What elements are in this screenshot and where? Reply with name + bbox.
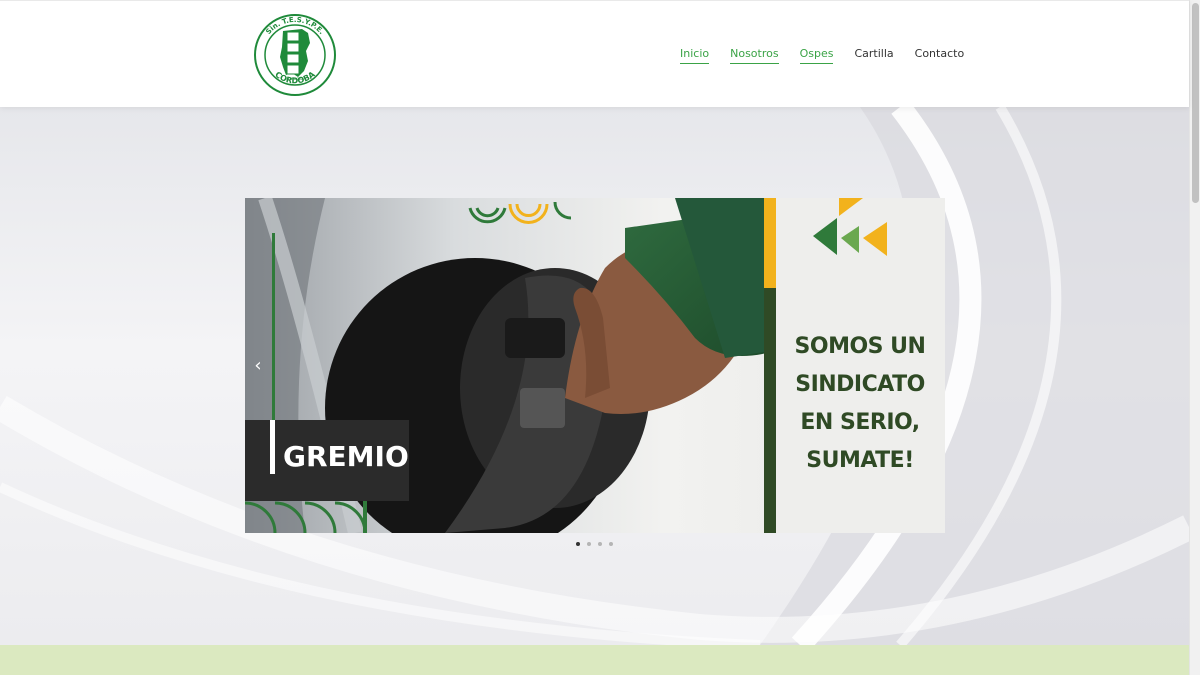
slider-dot-2[interactable]	[587, 542, 591, 546]
nav-ospes[interactable]: Ospes	[799, 47, 834, 64]
union-logo[interactable]: Sin. T.E.S.Y.P.E. CORDOBA CORDOBA	[250, 13, 340, 97]
slogan-line-4: SUMATE!	[806, 448, 914, 473]
slider-dot-4[interactable]	[609, 542, 613, 546]
slider-pagination	[576, 542, 613, 546]
section-green-strip	[0, 645, 1189, 675]
nav-inicio[interactable]: Inicio	[680, 47, 710, 64]
nav-nosotros[interactable]: Nosotros	[730, 47, 779, 64]
main-nav: Inicio Nosotros Ospes Cartilla Contacto	[680, 47, 985, 64]
slogan-line-1: SOMOS UN	[794, 334, 926, 359]
hero-slider[interactable]: GREMIO SOMOS UN SINDICATO EN SERIO, SUMA…	[245, 198, 945, 533]
chevron-left-icon[interactable]: ‹	[250, 355, 266, 377]
slogan-line-3: EN SERIO,	[800, 410, 920, 435]
slogan-line-2: SINDICATO	[795, 372, 925, 397]
nav-cartilla[interactable]: Cartilla	[854, 47, 893, 64]
slider-dot-1[interactable]	[576, 542, 580, 546]
gremio-badge: GREMIO	[245, 420, 409, 501]
logo-small-text: CORDOBA	[286, 77, 304, 81]
page-scrollbar[interactable]	[1189, 0, 1200, 675]
site-header: Sin. T.E.S.Y.P.E. CORDOBA CORDOBA Inicio…	[0, 0, 1189, 107]
gremio-label: GREMIO	[283, 440, 409, 473]
gremio-accent-bar	[270, 420, 275, 474]
slide-slogan: SOMOS UN SINDICATO EN SERIO, SUMATE!	[778, 328, 942, 480]
slider-dot-3[interactable]	[598, 542, 602, 546]
nav-contacto[interactable]: Contacto	[915, 47, 965, 64]
scrollbar-thumb[interactable]	[1192, 3, 1199, 203]
